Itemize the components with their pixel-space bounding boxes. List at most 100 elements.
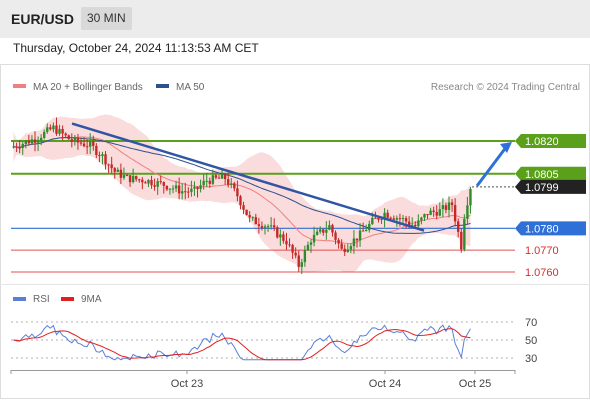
candle-body xyxy=(187,191,190,193)
candle-body xyxy=(220,174,224,179)
candle-body xyxy=(150,179,153,186)
candle-body xyxy=(227,179,230,185)
rsi-tick-label: 30 xyxy=(525,353,537,365)
candle-body xyxy=(325,229,328,233)
rsi-tick-label: 70 xyxy=(525,317,537,329)
candle-body xyxy=(355,238,359,241)
candle-body xyxy=(380,219,383,221)
candle-body xyxy=(76,137,80,143)
candle-body xyxy=(398,218,402,220)
resistance-level-label: 1.0805 xyxy=(525,169,559,181)
candle-body xyxy=(371,217,374,224)
candle-body xyxy=(358,230,362,241)
candle-body xyxy=(122,175,126,178)
candle-body xyxy=(184,191,187,193)
candle-body xyxy=(73,137,77,142)
candle-body xyxy=(389,217,392,219)
candle-body xyxy=(79,142,83,144)
candle-body xyxy=(328,225,331,230)
candle-body xyxy=(457,221,460,232)
candle-body xyxy=(297,255,300,267)
last-level-label-group: 1.0799 xyxy=(515,179,586,194)
candle-body xyxy=(58,128,61,134)
candle-body xyxy=(196,186,199,190)
candle-body xyxy=(211,175,215,184)
candle-body xyxy=(190,188,193,192)
candle-body xyxy=(113,168,116,172)
candle-body xyxy=(365,229,368,231)
candle-body xyxy=(395,218,399,220)
candle-body xyxy=(223,174,227,180)
credit-text: Research © 2024 Trading Central xyxy=(431,82,580,93)
support-level-label: 1.0770 xyxy=(525,245,559,257)
last-level-label: 1.0799 xyxy=(525,182,559,194)
candle-body xyxy=(322,229,325,233)
candle-body xyxy=(352,238,356,247)
candle-body xyxy=(263,226,267,229)
candle-body xyxy=(49,127,52,130)
candle-body xyxy=(386,212,389,218)
candle-body xyxy=(181,191,184,194)
candle-body xyxy=(131,175,135,183)
candle-body xyxy=(401,218,405,220)
candle-body xyxy=(21,143,24,148)
x-tick-label: Oct 25 xyxy=(459,378,491,390)
candle-body xyxy=(64,133,67,136)
candle-body xyxy=(242,205,245,210)
candle-body xyxy=(346,249,349,252)
candle-body xyxy=(432,210,435,212)
candle-body xyxy=(43,131,46,138)
candle-body xyxy=(460,231,463,250)
candle-body xyxy=(334,232,337,240)
resistance-level-label-group: 1.0805 xyxy=(515,166,586,181)
rsi-tick-label: 50 xyxy=(525,335,537,347)
candle-body xyxy=(285,240,288,245)
candle-body xyxy=(162,182,165,186)
candle-body xyxy=(251,217,254,219)
candle-body xyxy=(52,125,55,130)
legend-swatch xyxy=(13,84,26,88)
candle-body xyxy=(174,185,178,189)
candle-body xyxy=(340,243,343,249)
resistance-level-label-group: 1.0820 xyxy=(515,134,586,148)
rsi-legend-swatch xyxy=(13,297,26,301)
candle-body xyxy=(82,143,86,147)
legend-swatch xyxy=(156,84,169,88)
candle-body xyxy=(248,215,251,218)
candle-body xyxy=(319,229,322,232)
candle-body xyxy=(450,202,454,206)
candle-body xyxy=(70,139,73,142)
candle-body xyxy=(315,231,319,235)
candle-body xyxy=(291,244,294,253)
candle-body xyxy=(282,234,285,241)
rsi-legend-label: 9MA xyxy=(81,294,102,305)
candle-body xyxy=(269,225,273,227)
candle-body xyxy=(361,230,365,232)
price-chart: MA 20 + Bollinger Bands MA 50 Research © 2… xyxy=(0,64,590,399)
candle-body xyxy=(254,217,257,225)
support-level-label: 1.0760 xyxy=(525,267,559,279)
candle-body xyxy=(349,246,353,250)
candle-body xyxy=(67,135,70,140)
candle-body xyxy=(205,180,208,182)
candle-body xyxy=(438,209,441,216)
candle-body xyxy=(266,226,270,228)
resistance-level-label: 1.0820 xyxy=(525,136,559,148)
forecast-arrow xyxy=(475,145,509,187)
candle-body xyxy=(15,146,18,148)
candle-body xyxy=(392,218,395,220)
candle-body xyxy=(202,180,205,186)
pivot-level-label: 1.0780 xyxy=(525,223,559,235)
candle-body xyxy=(306,244,310,251)
candle-body xyxy=(423,214,426,218)
candle-body xyxy=(199,185,202,190)
candle-body xyxy=(168,188,172,190)
candle-body xyxy=(279,234,282,238)
candle-body xyxy=(135,175,138,180)
candle-body xyxy=(165,185,169,190)
candle-body xyxy=(95,145,98,155)
candle-body xyxy=(89,141,92,147)
candle-body xyxy=(46,127,49,132)
candle-body xyxy=(18,147,21,149)
candle-body xyxy=(417,220,420,227)
